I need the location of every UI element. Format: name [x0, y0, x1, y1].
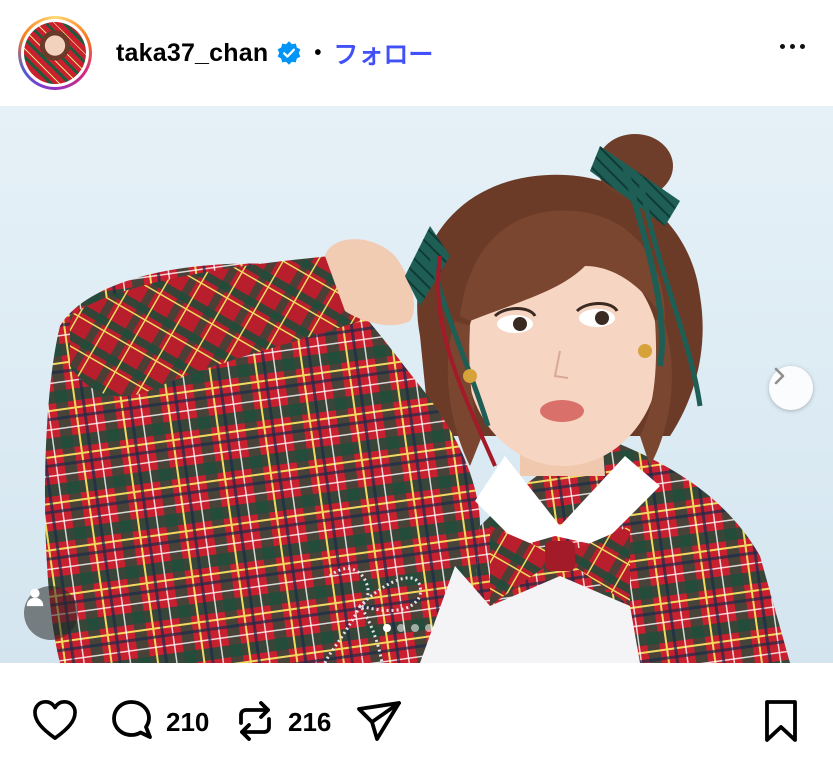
- repost-count: 216: [288, 707, 332, 737]
- username[interactable]: taka37_chan: [116, 39, 268, 68]
- more-dot-icon: [800, 44, 805, 49]
- comment-count: 210: [166, 707, 210, 737]
- user-tag-icon: [26, 588, 44, 607]
- more-dot-icon: [790, 44, 795, 49]
- send-icon[interactable]: [356, 699, 402, 743]
- next-slide-button[interactable]: [769, 366, 813, 410]
- tagged-users-button[interactable]: [24, 586, 78, 640]
- follow-button[interactable]: フォロー: [333, 35, 433, 71]
- more-options-button[interactable]: [780, 44, 805, 49]
- carousel-dot: [397, 624, 405, 632]
- carousel-dot: [425, 624, 433, 632]
- post-image: [45, 134, 790, 663]
- chevron-right-icon: [774, 367, 785, 385]
- post-header: taka37_chan • フォロー: [0, 0, 833, 106]
- bookmark-icon[interactable]: [763, 699, 799, 743]
- heart-icon[interactable]: [32, 699, 78, 741]
- avatar[interactable]: [24, 22, 86, 84]
- repost-icon[interactable]: [236, 699, 274, 743]
- more-dot-icon: [780, 44, 785, 49]
- action-bar: 210 216: [0, 663, 833, 764]
- verified-badge-icon: [277, 41, 301, 65]
- comment-icon[interactable]: [110, 699, 154, 743]
- separator-dot: •: [314, 41, 322, 64]
- story-ring[interactable]: [18, 16, 92, 90]
- carousel-indicator: [383, 624, 433, 632]
- carousel-dot: [411, 624, 419, 632]
- post-photo[interactable]: [0, 106, 833, 663]
- carousel-dot: [383, 624, 391, 632]
